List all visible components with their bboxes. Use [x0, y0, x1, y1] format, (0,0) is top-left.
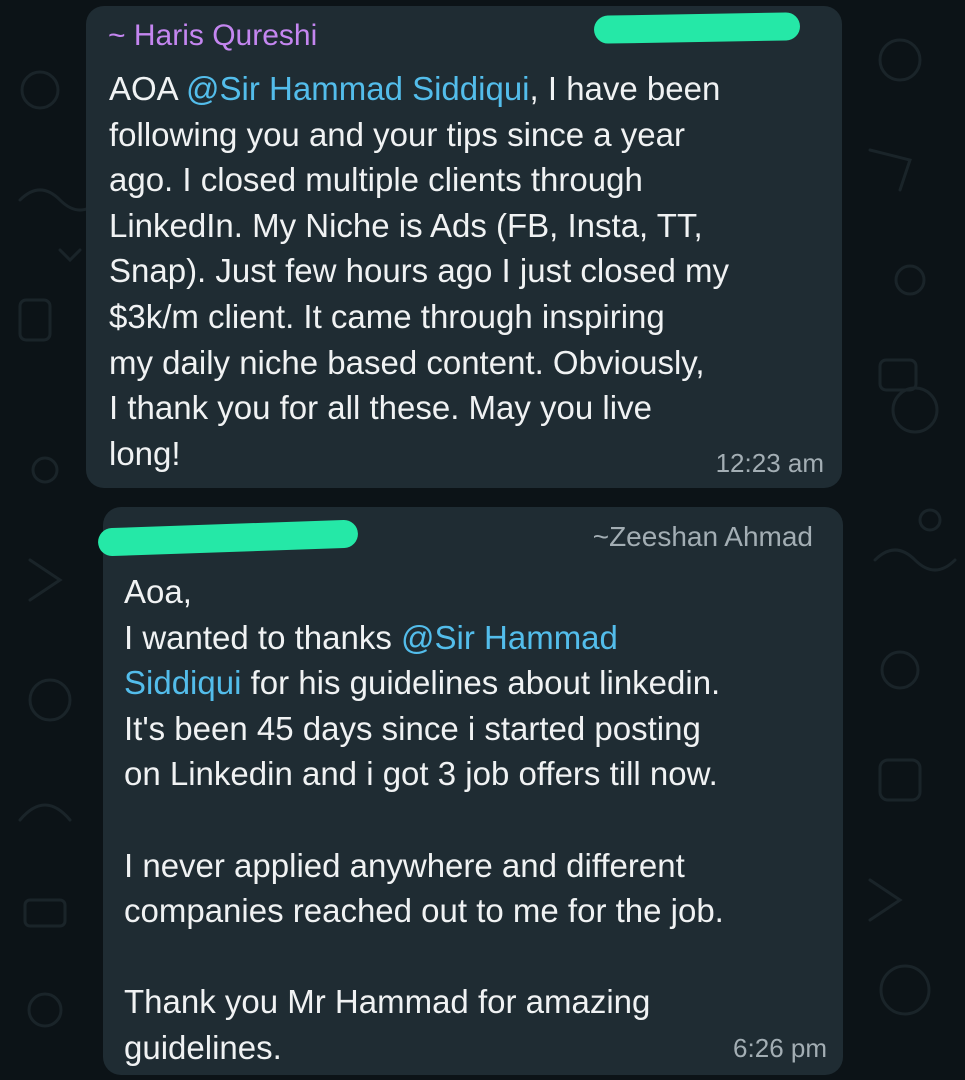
message-line: companies reached out to me for the job.: [124, 888, 724, 934]
message-line: I never applied anywhere and different: [124, 843, 724, 889]
message-line: LinkedIn. My Niche is Ads (FB, Insta, TT…: [109, 203, 729, 249]
message-line: long!: [109, 431, 729, 477]
message-line: following you and your tips since a year: [109, 112, 729, 158]
message-line: $3k/m client. It came through inspiring: [109, 294, 729, 340]
message-text-segment: I never applied anywhere and different: [124, 846, 685, 884]
message-line: AOA @Sir Hammad Siddiqui, I have been: [109, 66, 729, 112]
message-text-segment: Aoa,: [124, 573, 192, 610]
message-text: AOA @Sir Hammad Siddiqui, I have been fol…: [109, 66, 729, 476]
message-text-segment: companies reached out to me for the job.: [124, 892, 724, 930]
message-line: Snap). Just few hours ago I just closed …: [109, 248, 729, 294]
sender-name[interactable]: ~Zeeshan Ahmad: [593, 519, 813, 555]
message-text-segment: Snap). Just few hours ago I just closed …: [109, 252, 729, 290]
message-text-segment: I thank you for all these. May you live: [109, 389, 652, 427]
message-text-segment: Thank you Mr Hammad for amazing: [124, 983, 651, 1021]
redaction-mark: [97, 519, 359, 557]
message-text-segment: $3k/m client. It came through inspiring: [109, 297, 665, 335]
message-bubble-1[interactable]: ~ Haris Qureshi AOA @Sir Hammad Siddiqui…: [86, 6, 842, 488]
message-text-segment: long!: [109, 434, 181, 472]
mention-link[interactable]: Siddiqui: [124, 664, 241, 701]
message-line: [124, 797, 724, 843]
message-text-segment: ago. I closed multiple clients through: [109, 161, 643, 199]
message-line: on Linkedin and i got 3 job offers till …: [124, 751, 724, 797]
message-text-segment: I wanted to thanks: [124, 618, 402, 656]
message-line: Thank you Mr Hammad for amazing: [124, 979, 724, 1025]
message-text-segment: AOA: [109, 70, 187, 107]
message-line: Aoa,: [124, 569, 724, 615]
mention-link[interactable]: @Sir Hammad Siddiqui: [186, 70, 529, 107]
message-line: my daily niche based content. Obviously,: [109, 340, 729, 386]
message-text-segment: my daily niche based content. Obviously,: [109, 343, 705, 381]
message-line: [124, 934, 724, 980]
message-text-segment: for his guidelines about linkedin.: [241, 664, 721, 702]
message-line: I thank you for all these. May you live: [109, 385, 729, 431]
message-text-segment: on Linkedin and i got 3 job offers till …: [124, 755, 718, 793]
message-time: 6:26 pm: [733, 1033, 827, 1063]
message-time: 12:23 am: [715, 448, 824, 478]
message-line: It's been 45 days since i started postin…: [124, 706, 724, 752]
sender-name[interactable]: ~ Haris Qureshi: [108, 18, 317, 54]
message-text-segment: following you and your tips since a year: [109, 115, 685, 153]
message-line: Siddiqui for his guidelines about linked…: [124, 660, 724, 706]
message-line: ago. I closed multiple clients through: [109, 157, 729, 203]
message-bubble-2[interactable]: ~Zeeshan Ahmad Aoa, I wanted to thanks @S…: [97, 507, 843, 1075]
message-line: guidelines.: [124, 1025, 724, 1071]
message-text-segment: LinkedIn. My Niche is Ads (FB, Insta, TT…: [109, 206, 703, 244]
message-text-segment: guidelines.: [124, 1028, 282, 1066]
message-text: Aoa, I wanted to thanks @Sir Hammad Siddiq…: [124, 569, 724, 1071]
message-line: I wanted to thanks @Sir Hammad: [124, 615, 724, 661]
redaction-mark: [593, 12, 801, 44]
message-text-segment: It's been 45 days since i started postin…: [124, 709, 701, 747]
mention-link[interactable]: @Sir Hammad: [401, 619, 618, 656]
message-text-segment: , I have been: [529, 70, 721, 107]
